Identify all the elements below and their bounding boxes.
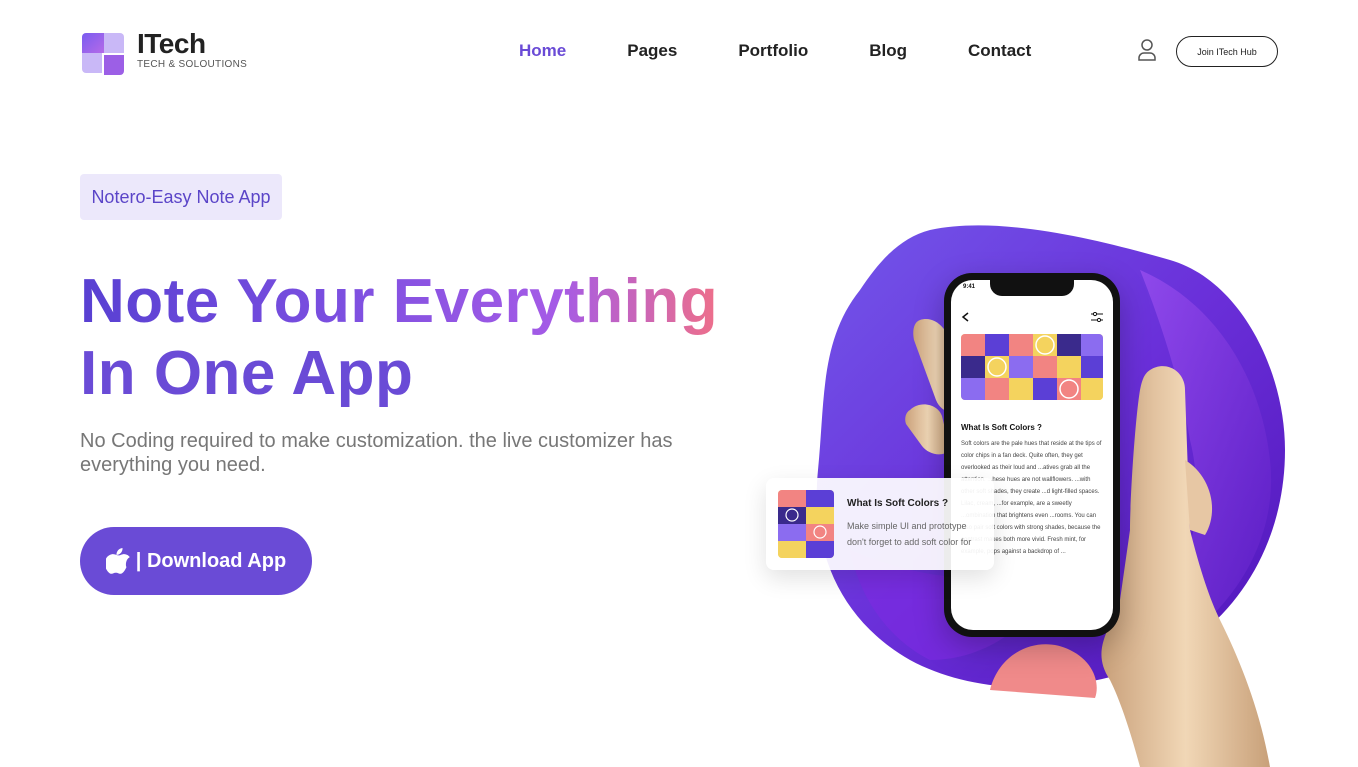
- card-title: What Is Soft Colors ?: [847, 498, 949, 509]
- nav-contact[interactable]: Contact: [968, 40, 1031, 62]
- nav-blog[interactable]: Blog: [869, 40, 907, 62]
- brand-subtitle: TECH & SOLOUTIONS: [137, 59, 248, 70]
- hero-description: No Coding required to make customization…: [80, 430, 673, 476]
- card-text: Make simple UI and prototype don't forge…: [847, 521, 972, 547]
- nav-portfolio[interactable]: Portfolio: [738, 40, 808, 62]
- join-hub-button[interactable]: Join ITech Hub: [1176, 36, 1278, 67]
- logo-mark-icon: [82, 33, 124, 75]
- main-nav: Home Pages Portfolio Blog Contact: [519, 40, 1031, 62]
- nav-pages[interactable]: Pages: [627, 40, 677, 62]
- nav-home[interactable]: Home: [519, 40, 566, 62]
- site-header: ITech TECH & SOLOUTIONS Home Pages Portf…: [0, 0, 1358, 100]
- article-title: What Is Soft Colors ?: [961, 423, 1042, 432]
- phone-mockup: 9:41 What Is Soft Colors ? Soft colors a…: [944, 273, 1120, 637]
- download-app-button[interactable]: | Download App: [80, 527, 312, 595]
- product-tag: Notero-Easy Note App: [80, 174, 282, 220]
- status-time: 9:41: [963, 284, 976, 290]
- headline-line-1: Note Your Everything: [80, 267, 719, 336]
- user-icon[interactable]: [1137, 38, 1157, 62]
- back-arrow-icon[interactable]: [961, 312, 971, 322]
- apple-icon: [105, 548, 130, 574]
- download-label: | Download App: [135, 549, 287, 572]
- headline-line-2: In One App: [80, 339, 414, 408]
- brand-logo[interactable]: ITech TECH & SOLOUTIONS: [80, 28, 248, 77]
- filter-icon[interactable]: [1091, 312, 1103, 322]
- brand-title: ITech: [137, 28, 206, 59]
- card-pattern-artwork: [778, 490, 834, 558]
- hero-illustration: 9:41 What Is Soft Colors ? Soft colors a…: [740, 220, 1358, 767]
- pattern-artwork: [961, 334, 1103, 400]
- note-preview-card[interactable]: What Is Soft Colors ? Make simple UI and…: [766, 478, 994, 570]
- phone-screen: 9:41 What Is Soft Colors ? Soft colors a…: [951, 280, 1113, 630]
- hero-headline: Note Your Everything In One App: [80, 266, 718, 410]
